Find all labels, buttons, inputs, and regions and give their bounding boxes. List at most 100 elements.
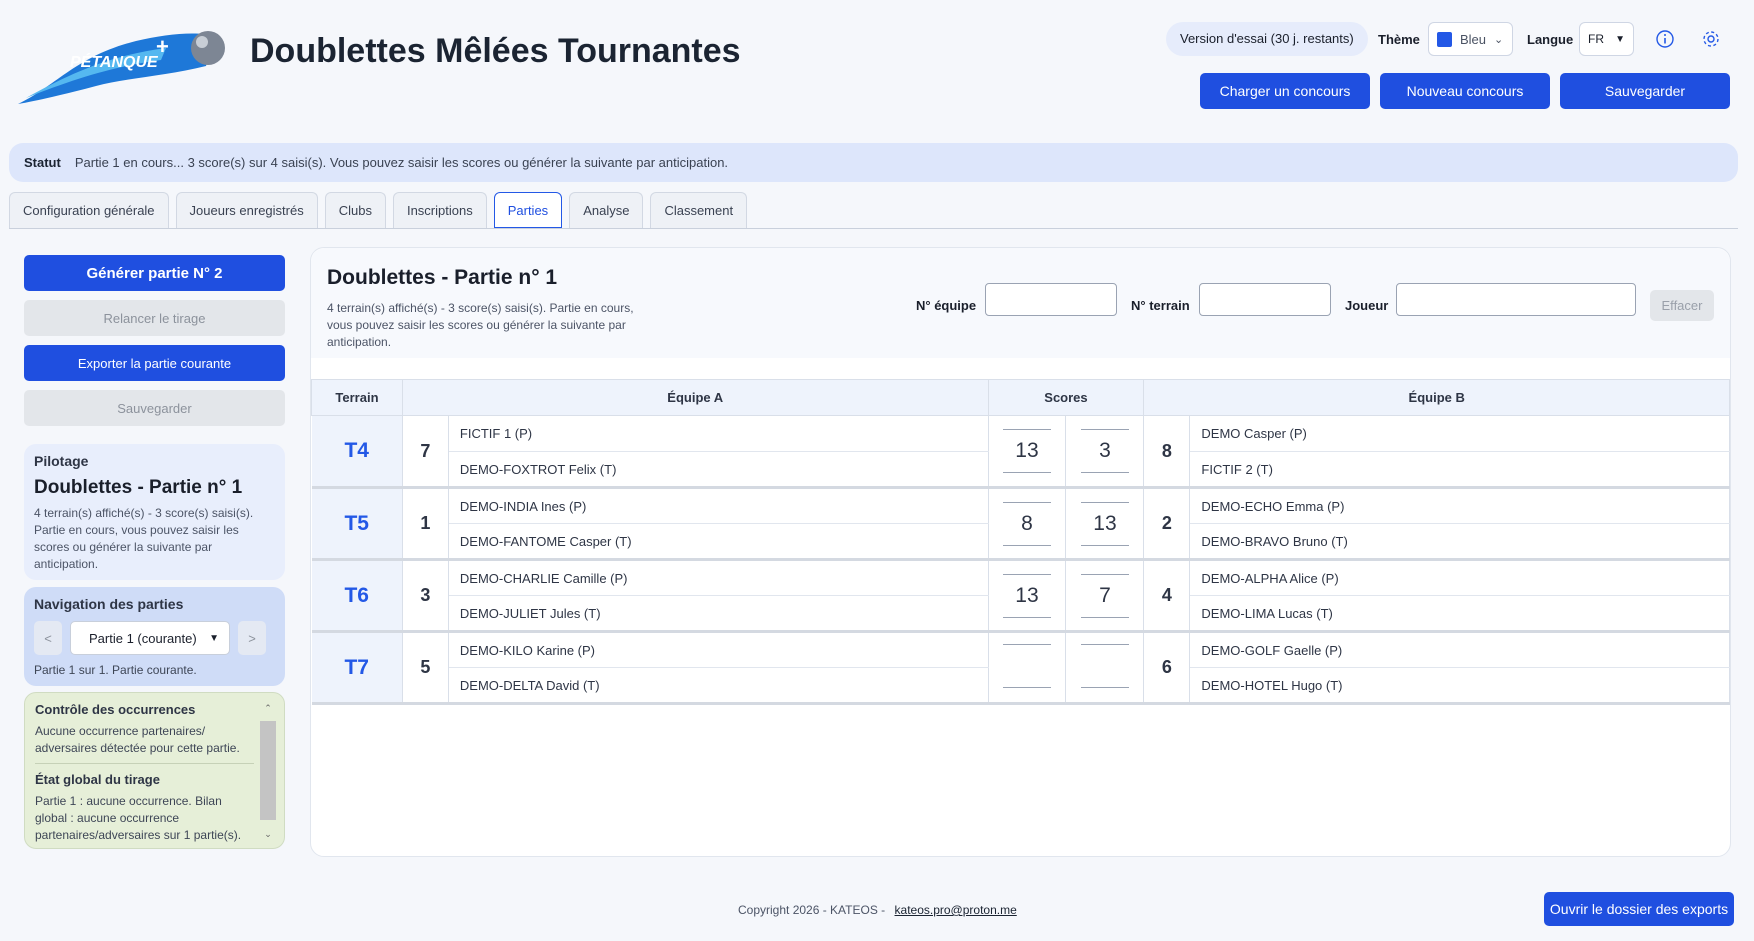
- save-button[interactable]: Sauvegarder: [1560, 73, 1730, 109]
- score-a-cell: 13: [988, 415, 1067, 489]
- team-a-number: 5: [402, 631, 449, 705]
- sidebar-save-button[interactable]: Sauvegarder: [24, 390, 285, 426]
- team-b-player-1: DEMO-ALPHA Alice (P): [1189, 559, 1730, 596]
- copyright: Copyright 2026 - KATEOS -: [738, 903, 886, 917]
- score-a-input[interactable]: 13: [1002, 573, 1051, 618]
- team-a-player-2: DEMO-FANTOME Casper (T): [448, 523, 989, 561]
- scroll-up-icon[interactable]: ⌃: [260, 703, 276, 714]
- team-filter-label: N° équipe: [916, 298, 977, 313]
- team-filter-input[interactable]: [985, 283, 1117, 316]
- score-a-input[interactable]: 13: [1002, 429, 1051, 473]
- gear-icon[interactable]: [1701, 29, 1721, 49]
- game-select[interactable]: Partie 1 (courante) ▼: [70, 621, 230, 655]
- score-b-cell: 3: [1065, 415, 1145, 489]
- theme-swatch: [1437, 31, 1452, 47]
- tab-divider: [9, 228, 1738, 229]
- status-label: Statut: [24, 155, 61, 170]
- export-current-game-button[interactable]: Exporter la partie courante: [24, 345, 285, 381]
- generate-game-button[interactable]: Générer partie N° 2: [24, 255, 285, 291]
- score-a-cell: 8: [988, 487, 1067, 561]
- player-filter-label: Joueur: [1345, 298, 1389, 313]
- chevron-down-icon: ⌄: [1494, 33, 1504, 46]
- petanque-logo: PÉTANQUE +: [18, 31, 225, 104]
- team-b-player-2: DEMO-LIMA Lucas (T): [1189, 595, 1730, 633]
- caret-down-icon: ▼: [209, 632, 219, 644]
- team-a-player-2: DEMO-FOXTROT Felix (T): [448, 451, 989, 489]
- team-b-number: 4: [1143, 559, 1191, 633]
- language-select[interactable]: FR ▼: [1579, 22, 1634, 56]
- score-a-input[interactable]: [1002, 644, 1051, 688]
- team-a-number: 1: [402, 487, 449, 561]
- game-select-value: Partie 1 (courante): [89, 630, 197, 646]
- tab-games[interactable]: Parties: [493, 192, 563, 228]
- lang-value: FR: [1588, 32, 1604, 46]
- col-header-team-a: Équipe A: [401, 379, 989, 416]
- team-b-number: 2: [1143, 487, 1191, 561]
- next-game-button[interactable]: >: [238, 621, 266, 655]
- info-icon[interactable]: [1655, 29, 1675, 49]
- theme-select[interactable]: Bleu ⌄: [1428, 22, 1513, 56]
- tab-clubs[interactable]: Clubs: [324, 192, 386, 228]
- app-title: Doublettes Mêlées Tournantes: [250, 32, 741, 70]
- player-filter-input[interactable]: [1396, 283, 1636, 316]
- tab-analysis[interactable]: Analyse: [569, 192, 644, 228]
- score-b-input[interactable]: 3: [1080, 429, 1129, 473]
- match-row: T4 7 FICTIF 1 (P) 13 3 8 DEMO Casper (P): [311, 415, 1730, 489]
- new-contest-button[interactable]: Nouveau concours: [1380, 73, 1550, 109]
- occurrence-control: Contrôle des occurrences Aucune occurren…: [24, 692, 285, 849]
- theme-value: Bleu: [1460, 31, 1487, 47]
- scroll-down-icon[interactable]: ⌄: [260, 829, 276, 840]
- caret-down-icon: ▼: [1615, 33, 1625, 45]
- score-a-cell: [988, 631, 1067, 705]
- score-b-cell: 7: [1065, 559, 1145, 633]
- pilot-text: 4 terrain(s) affiché(s) - 3 score(s) sai…: [34, 506, 254, 571]
- team-b-player-1: DEMO Casper (P): [1189, 415, 1730, 452]
- terrain-filter-label: N° terrain: [1131, 298, 1190, 313]
- control-scrollbar[interactable]: ⌃ ⌄: [260, 703, 276, 840]
- score-b-cell: [1065, 631, 1145, 705]
- score-b-input[interactable]: 7: [1080, 573, 1129, 618]
- team-a-player-2: DEMO-DELTA David (T): [448, 667, 989, 705]
- team-a-number: 3: [402, 559, 449, 633]
- score-b-input[interactable]: [1080, 644, 1129, 688]
- col-header-scores: Scores: [987, 379, 1145, 416]
- prev-game-button[interactable]: <: [34, 621, 62, 655]
- terrain-cell: T5: [311, 487, 403, 561]
- team-b-player-2: DEMO-HOTEL Hugo (T): [1189, 667, 1730, 705]
- email-link[interactable]: kateos.pro@proton.me: [895, 903, 1017, 917]
- open-exports-folder-button[interactable]: Ouvrir le dossier des exports: [1544, 892, 1734, 926]
- terrain-cell: T6: [311, 559, 403, 633]
- tab-ranking[interactable]: Classement: [650, 192, 748, 228]
- control-divider: [35, 763, 254, 764]
- panel-header: Doublettes - Partie n° 1 4 terrain(s) af…: [311, 248, 1730, 358]
- svg-text:+: +: [156, 34, 169, 59]
- nav-label: Navigation des parties: [34, 596, 184, 612]
- load-contest-button[interactable]: Charger un concours: [1200, 73, 1370, 109]
- panel-subtitle: 4 terrain(s) affiché(s) - 3 score(s) sai…: [327, 301, 634, 349]
- scroll-thumb[interactable]: [260, 721, 276, 820]
- terrain-cell: T4: [311, 415, 403, 489]
- tab-registrations[interactable]: Inscriptions: [392, 192, 487, 228]
- team-a-player-1: DEMO-KILO Karine (P): [448, 631, 989, 668]
- status-text: Partie 1 en cours... 3 score(s) sur 4 sa…: [74, 155, 729, 170]
- redraw-button[interactable]: Relancer le tirage: [24, 300, 285, 336]
- score-a-input[interactable]: 8: [1002, 501, 1051, 546]
- games-panel: Doublettes - Partie n° 1 4 terrain(s) af…: [310, 247, 1731, 857]
- score-b-input[interactable]: 13: [1080, 501, 1129, 546]
- tab-bar: Configuration générale Joueurs enregistr…: [9, 192, 748, 228]
- team-b-number: 6: [1143, 631, 1191, 705]
- clear-filters-button[interactable]: Effacer: [1650, 290, 1714, 321]
- match-row: T5 1 DEMO-INDIA Ines (P) 8 13 2 DEMO-ECHO Emma…: [311, 487, 1730, 561]
- tab-general-config[interactable]: Configuration générale: [9, 192, 169, 228]
- terrain-filter-input[interactable]: [1199, 283, 1331, 316]
- team-a-player-1: FICTIF 1 (P): [448, 415, 989, 452]
- pilot-title: Doublettes - Partie n° 1: [34, 477, 243, 498]
- col-header-team-b: Équipe B: [1143, 379, 1730, 416]
- team-a-player-2: DEMO-JULIET Jules (T): [448, 595, 989, 633]
- trial-badge: Version d'essai (30 j. restants): [1166, 22, 1368, 56]
- score-b-cell: 13: [1065, 487, 1145, 561]
- team-a-number: 7: [402, 415, 449, 489]
- tab-registered-players[interactable]: Joueurs enregistrés: [175, 192, 318, 228]
- team-a-player-1: DEMO-CHARLIE Camille (P): [448, 559, 989, 596]
- theme-label: Thème: [1378, 32, 1420, 47]
